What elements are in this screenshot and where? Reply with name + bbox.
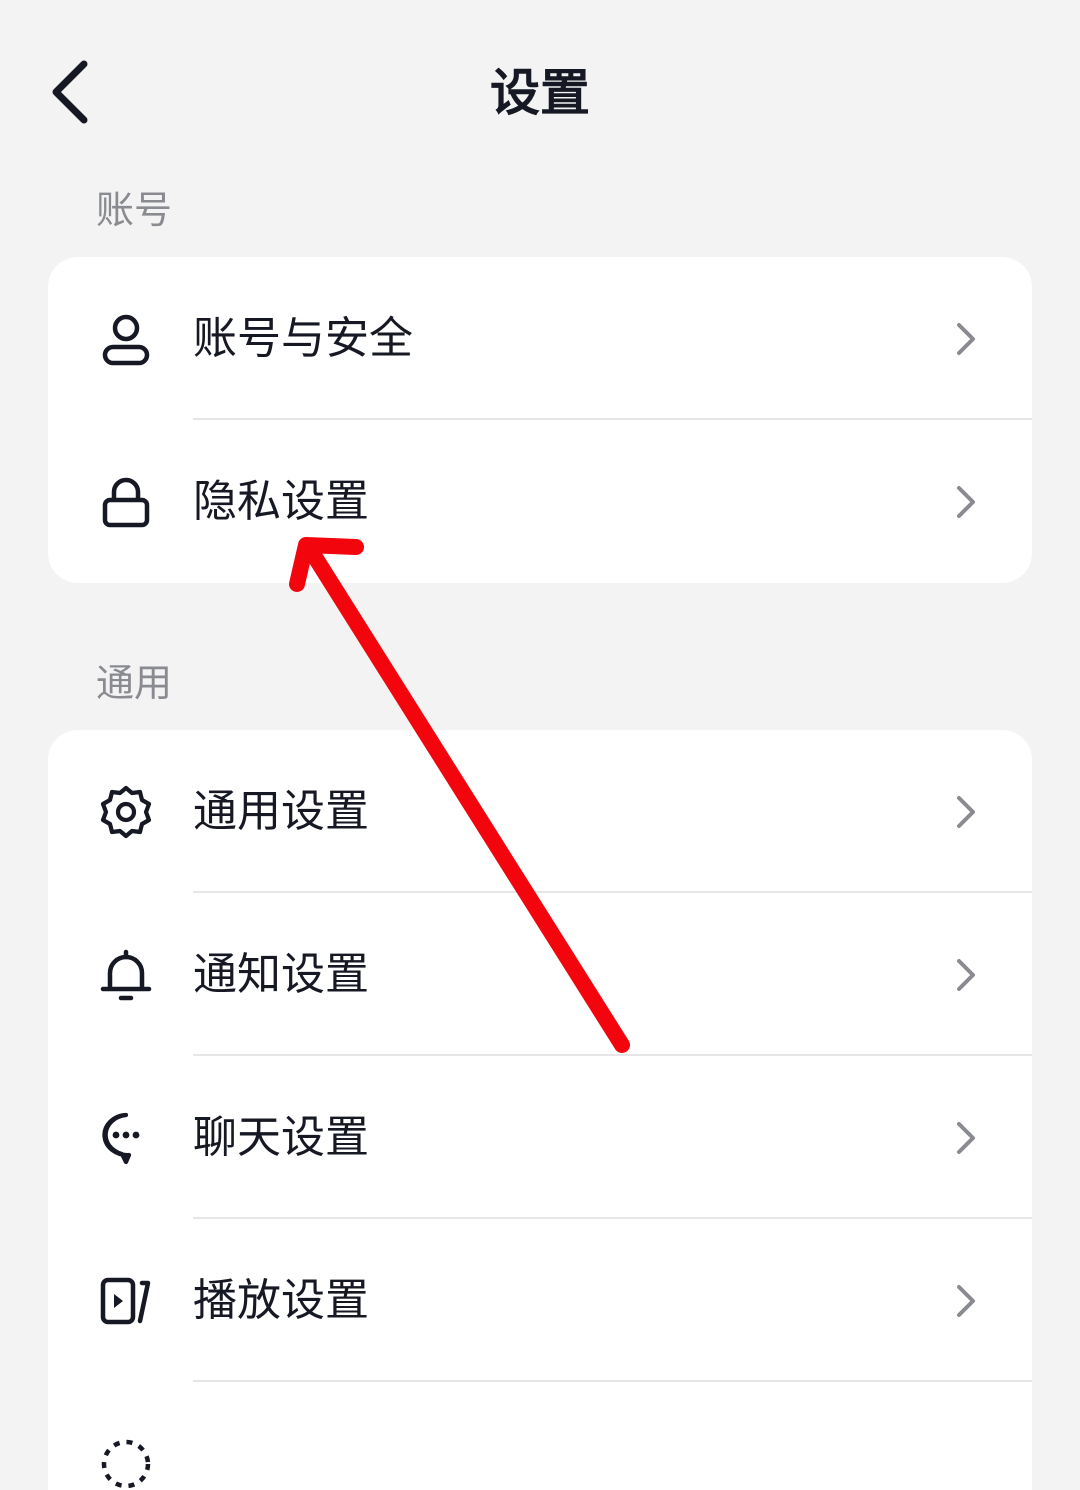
bell-icon xyxy=(98,947,154,1003)
section-label-account: 账号 xyxy=(96,186,172,234)
menu-item-account-security[interactable]: 账号与安全 xyxy=(48,257,1032,420)
play-settings-icon xyxy=(98,1273,154,1329)
menu-item-partial[interactable] xyxy=(48,1382,1032,1490)
menu-item-privacy-settings[interactable]: 隐私设置 xyxy=(48,420,1032,583)
chevron-right-icon xyxy=(950,792,980,832)
chat-bubble-icon xyxy=(98,1110,154,1166)
menu-item-general-settings[interactable]: 通用设置 xyxy=(48,730,1032,893)
chevron-right-icon xyxy=(950,1118,980,1158)
header-bar: 设置 xyxy=(0,0,1080,190)
menu-item-playback-settings[interactable]: 播放设置 xyxy=(48,1219,1032,1382)
general-card: 通用设置 通知设置 聊天设置 xyxy=(48,730,1032,1490)
menu-item-label: 通知设置 xyxy=(193,947,369,1003)
menu-item-label: 账号与安全 xyxy=(193,311,413,367)
user-icon xyxy=(98,311,154,367)
chevron-right-icon xyxy=(950,482,980,522)
menu-item-chat-settings[interactable]: 聊天设置 xyxy=(48,1056,1032,1219)
chevron-right-icon xyxy=(950,955,980,995)
account-card: 账号与安全 隐私设置 xyxy=(48,257,1032,583)
section-label-general: 通用 xyxy=(96,659,172,707)
gear-icon xyxy=(98,784,154,840)
menu-item-notification-settings[interactable]: 通知设置 xyxy=(48,893,1032,1056)
menu-item-label: 隐私设置 xyxy=(193,474,369,530)
lock-icon xyxy=(98,474,154,530)
chevron-right-icon xyxy=(950,319,980,359)
page-title: 设置 xyxy=(0,62,1080,124)
chevron-right-icon xyxy=(950,1281,980,1321)
loading-icon xyxy=(98,1436,154,1490)
menu-item-label: 聊天设置 xyxy=(193,1110,369,1166)
menu-item-label: 播放设置 xyxy=(193,1273,369,1329)
menu-item-label: 通用设置 xyxy=(193,784,369,840)
